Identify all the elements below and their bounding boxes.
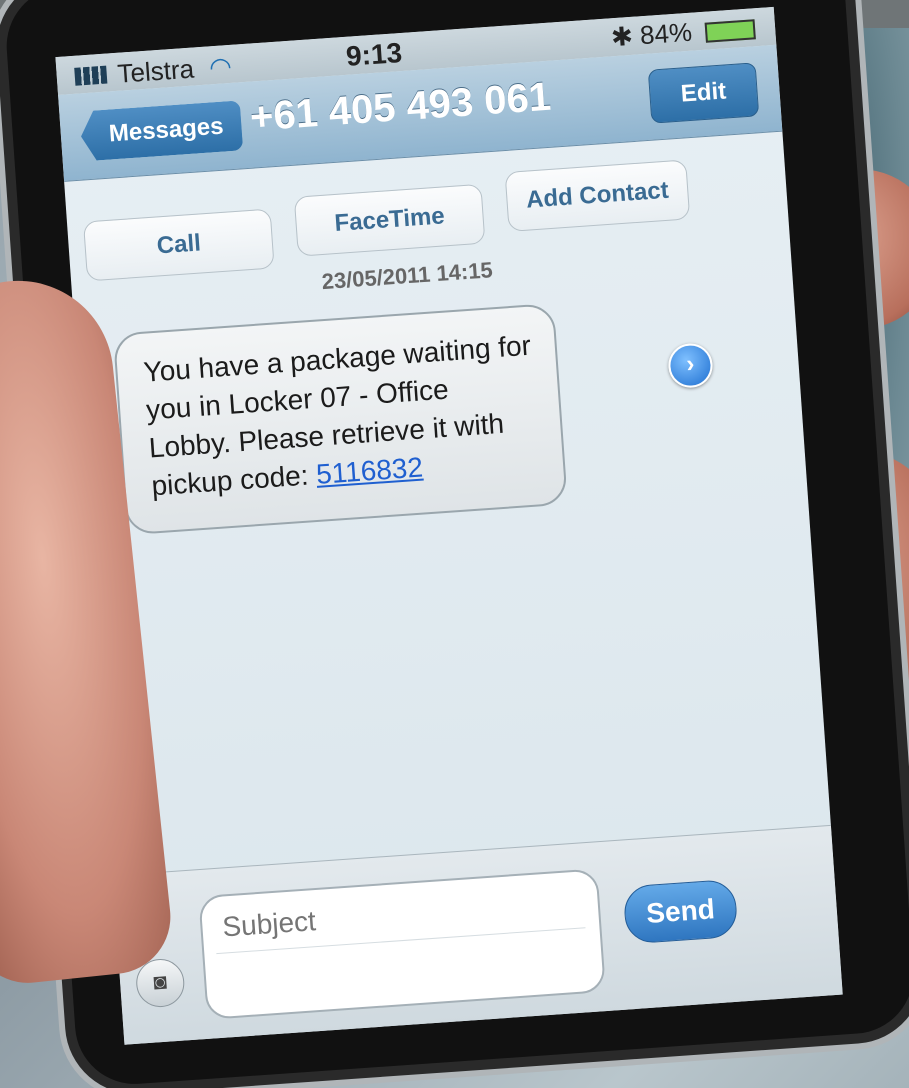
subject-field[interactable] — [198, 868, 606, 1020]
call-button[interactable]: Call — [82, 208, 275, 282]
bluetooth-icon: ✱ — [610, 20, 634, 53]
edit-button[interactable]: Edit — [647, 62, 760, 124]
carrier-name: Telstra — [116, 53, 195, 89]
message-composer: ◙ Send — [112, 824, 843, 1045]
battery-icon — [704, 19, 756, 43]
chevron-right-icon[interactable]: › — [667, 342, 714, 390]
wifi-icon: ◠ — [208, 50, 233, 83]
phone-screen: Telstra ◠ 9:13 ✱ 84% Messages +61 405 49… — [55, 6, 843, 1045]
clock: 9:13 — [344, 36, 404, 72]
battery-percent: 84% — [638, 16, 694, 51]
messages-back-button[interactable]: Messages — [79, 100, 243, 161]
facetime-button[interactable]: FaceTime — [293, 183, 486, 257]
pickup-code-link[interactable]: 5116832 — [315, 452, 424, 490]
contact-number-title: +61 405 493 061 — [248, 74, 553, 140]
send-button[interactable]: Send — [622, 878, 739, 945]
message-bubble: You have a package waiting for you in Lo… — [112, 302, 568, 536]
contact-actions: Call FaceTime Add Contact — [66, 157, 789, 282]
add-contact-button[interactable]: Add Contact — [504, 159, 691, 232]
subject-input[interactable] — [219, 885, 585, 945]
message-timestamp: 23/05/2011 14:15 — [320, 257, 494, 295]
signal-bars-icon — [74, 65, 108, 86]
